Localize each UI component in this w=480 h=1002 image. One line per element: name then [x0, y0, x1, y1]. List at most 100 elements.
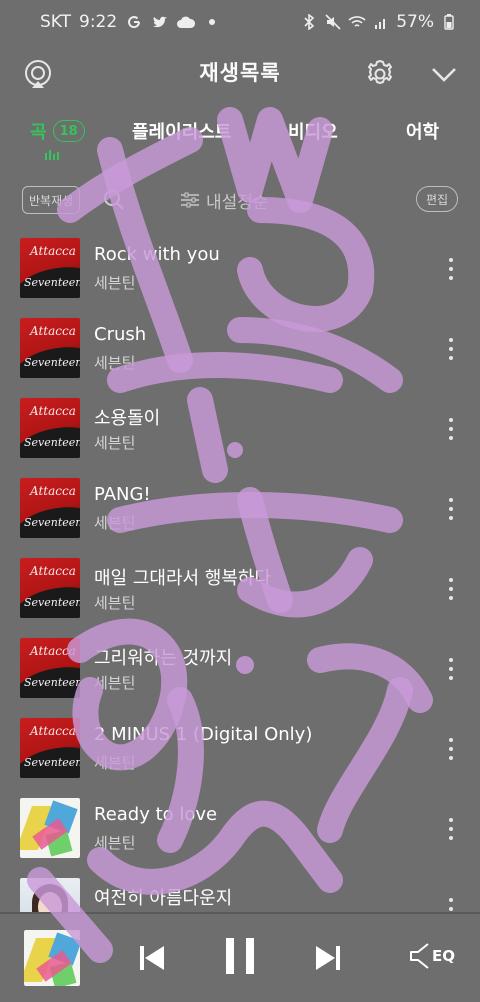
- more-options-icon[interactable]: [440, 336, 462, 362]
- tab-label: 곡: [30, 122, 47, 143]
- song-title: Crush: [94, 324, 147, 345]
- tab-playlists[interactable]: 플레이리스트: [132, 118, 231, 144]
- bluetooth-icon: [300, 13, 318, 31]
- status-bar: SKT 9:22 57%: [0, 0, 480, 44]
- tab-label: 플레이리스트: [132, 122, 232, 143]
- tab-language[interactable]: 어학: [406, 118, 439, 144]
- tab-label: 비디오: [288, 122, 338, 143]
- song-row[interactable]: 여전히 아름다운지: [0, 872, 480, 914]
- previous-icon[interactable]: [134, 940, 170, 976]
- pause-icon[interactable]: [218, 934, 262, 978]
- song-list: Attacca Seventeen Rock with you 세븐틴 Attacca S…: [0, 232, 480, 914]
- song-title: 2 MINUS 1 (Digital Only): [94, 724, 313, 745]
- more-options-icon[interactable]: [440, 416, 462, 442]
- song-title: PANG!: [94, 484, 151, 505]
- sliders-icon: [181, 192, 199, 208]
- song-title: Rock with you: [94, 244, 220, 265]
- page-title: 재생목록: [199, 61, 281, 85]
- song-artist: 세븐틴: [94, 834, 136, 852]
- song-row[interactable]: Attacca Seventeen 그리워하는 것까지세븐틴: [0, 632, 480, 712]
- song-artist: 세븐틴: [94, 594, 136, 612]
- album-art-title: Attacca: [30, 404, 76, 418]
- count-badge: 18: [52, 120, 85, 142]
- tab-label: 어학: [406, 122, 440, 143]
- mute-icon: [324, 13, 342, 31]
- song-artist: 세븐틴: [94, 354, 136, 372]
- edit-button[interactable]: 편집: [416, 186, 459, 212]
- clock: 9:22: [79, 12, 118, 32]
- sort-button[interactable]: 내설정순: [180, 186, 269, 214]
- more-options-icon[interactable]: [440, 656, 462, 682]
- album-art-artist: Seventeen: [24, 756, 80, 769]
- album-art-artist: Seventeen: [24, 276, 80, 289]
- cast-icon[interactable]: [20, 56, 56, 92]
- tab-songs[interactable]: 곡 18: [30, 118, 85, 144]
- song-artist: 세븐틴: [94, 514, 136, 532]
- album-art-artist: Seventeen: [24, 516, 80, 529]
- album-art-title: Attacca: [30, 564, 76, 578]
- next-icon[interactable]: [310, 940, 346, 976]
- song-row[interactable]: Ready to love 세븐틴: [0, 792, 480, 872]
- album-art[interactable]: Attacca Seventeen: [20, 718, 80, 778]
- album-art[interactable]: [20, 878, 80, 914]
- album-art-title: Attacca: [30, 644, 76, 658]
- tab-bar: 곡 18 플레이리스트 비디오 어학: [0, 108, 480, 160]
- eq-label: EQ: [432, 947, 455, 965]
- now-playing-album-art[interactable]: [24, 930, 80, 986]
- more-options-icon[interactable]: [440, 576, 462, 602]
- song-row[interactable]: Attacca Seventeen 2 MINUS 1 (Digital Only)…: [0, 712, 480, 792]
- speaker-icon: [410, 943, 429, 969]
- battery-icon: [440, 13, 458, 31]
- album-art[interactable]: Attacca Seventeen: [20, 398, 80, 458]
- signal-icon: [372, 13, 390, 31]
- song-artist: 세븐틴: [94, 674, 136, 692]
- header: 재생목록: [0, 44, 480, 100]
- cloud-icon: [177, 13, 196, 31]
- song-title: 여전히 아름다운지: [94, 888, 233, 909]
- album-art[interactable]: Attacca Seventeen: [20, 638, 80, 698]
- song-artist: 세븐틴: [94, 274, 136, 292]
- album-art[interactable]: Attacca Seventeen: [20, 238, 80, 298]
- now-playing-icon: [45, 150, 59, 160]
- song-row[interactable]: Attacca Seventeen 매일 그대라서 행복하다세븐틴: [0, 552, 480, 632]
- album-art-artist: Seventeen: [24, 356, 80, 369]
- album-art-title: Attacca: [30, 724, 76, 738]
- song-row[interactable]: Attacca Seventeen Rock with you 세븐틴: [0, 232, 480, 312]
- more-options-icon[interactable]: [440, 736, 462, 762]
- battery-percent: 57%: [396, 12, 434, 32]
- search-icon[interactable]: [100, 186, 128, 214]
- more-options-icon[interactable]: [440, 256, 462, 282]
- album-art[interactable]: Attacca Seventeen: [20, 318, 80, 378]
- album-art-artist: Seventeen: [24, 596, 80, 609]
- eq-button[interactable]: EQ: [408, 938, 455, 974]
- carrier-label: SKT: [40, 12, 72, 32]
- album-art[interactable]: Attacca Seventeen: [20, 558, 80, 618]
- song-row[interactable]: Attacca Seventeen Crush 세븐틴: [0, 312, 480, 392]
- repeat-button[interactable]: 반복재생: [22, 186, 81, 214]
- album-art[interactable]: Attacca Seventeen: [20, 478, 80, 538]
- mini-player: EQ: [0, 914, 480, 1002]
- more-options-icon[interactable]: [440, 496, 462, 522]
- album-art-title: Attacca: [30, 324, 76, 338]
- album-art-title: Attacca: [30, 484, 76, 498]
- google-icon: [125, 13, 143, 31]
- song-row[interactable]: Attacca Seventeen 소용돌이세븐틴: [0, 392, 480, 472]
- album-art-artist: Seventeen: [24, 436, 80, 449]
- song-artist: 세븐틴: [94, 754, 136, 772]
- album-art-artist: Seventeen: [24, 676, 80, 689]
- song-title: 그리워하는 것까지: [94, 648, 233, 669]
- dot-icon: [203, 13, 221, 31]
- song-row[interactable]: Attacca Seventeen PANG! 세븐틴: [0, 472, 480, 552]
- song-title: Ready to love: [94, 804, 218, 825]
- tab-videos[interactable]: 비디오: [288, 118, 338, 144]
- song-title: 매일 그대라서 행복하다: [94, 568, 272, 589]
- album-art-title: Attacca: [30, 244, 76, 258]
- twitter-icon: [151, 13, 169, 31]
- sort-label: 내설정순: [206, 192, 269, 213]
- chevron-down-icon[interactable]: [426, 56, 462, 92]
- gear-icon[interactable]: [362, 56, 398, 92]
- more-options-icon[interactable]: [440, 816, 462, 842]
- album-art[interactable]: [20, 798, 80, 858]
- song-artist: 세븐틴: [94, 434, 136, 452]
- song-title: 소용돌이: [94, 408, 161, 429]
